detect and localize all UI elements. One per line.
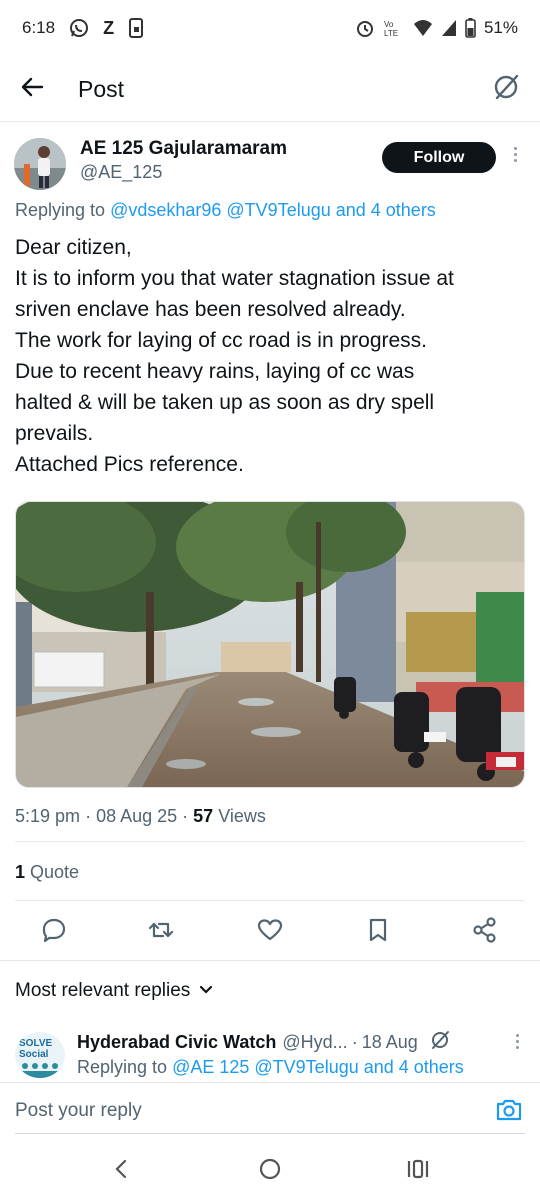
- heart-icon[interactable]: [256, 916, 286, 946]
- quotes-count: 1: [15, 862, 26, 882]
- reply-replying-prefix: Replying to: [77, 1057, 168, 1077]
- post-date: 08 Aug 25: [96, 806, 178, 826]
- reply-avatar-logo-text: SOLVE: [19, 1038, 52, 1049]
- post-text-line: Dear citizen,: [15, 236, 132, 259]
- share-icon[interactable]: [471, 916, 501, 946]
- reply-avatar[interactable]: SOLVE Social: [15, 1032, 65, 1078]
- actions-divider: [0, 960, 540, 961]
- top-bar: Post: [0, 60, 540, 118]
- post-text-line: prevails.: [15, 422, 94, 445]
- z-app-icon: Z: [103, 17, 115, 38]
- status-time: 6:18: [22, 18, 56, 37]
- reply-replying-to: Replying to @AE 125 @TV9Telugu and 4 oth…: [77, 1057, 464, 1078]
- post-text-line: It is to inform you that water stagnatio…: [15, 267, 454, 290]
- post-text: Dear citizen, It is to inform you that w…: [15, 232, 530, 480]
- status-bar: 6:18 Z Vo LTE 51%: [0, 0, 540, 56]
- signal-icon: [441, 19, 457, 37]
- nav-home-icon[interactable]: [258, 1158, 282, 1185]
- replies-sort-dropdown[interactable]: Most relevant replies: [15, 980, 214, 1002]
- meta-divider: [15, 841, 525, 842]
- battery-percent: 51%: [483, 18, 518, 37]
- wifi-icon: [413, 19, 433, 37]
- post-text-line: halted & will be taken up as soon as dry…: [15, 391, 435, 414]
- reply-author-name[interactable]: Hyderabad Civic Watch: [77, 1032, 276, 1053]
- svg-text:Social: Social: [19, 1049, 49, 1060]
- composer-underline: [15, 1133, 525, 1134]
- grok-icon[interactable]: [430, 1030, 450, 1055]
- avatar[interactable]: [14, 138, 66, 190]
- replying-to-users[interactable]: @vdsekhar96 @TV9Telugu and 4 others: [110, 200, 436, 220]
- header-divider: [0, 121, 540, 122]
- action-bar: [0, 910, 540, 954]
- svg-text:LTE: LTE: [384, 29, 398, 38]
- sort-label: Most relevant replies: [15, 980, 191, 1001]
- reply-composer: Post your reply: [0, 1082, 540, 1138]
- reply-replying-users[interactable]: @AE 125 @TV9Telugu and 4 others: [172, 1057, 464, 1077]
- reply-input[interactable]: Post your reply: [15, 1100, 142, 1122]
- replying-prefix: Replying to: [15, 200, 106, 220]
- quotes-link[interactable]: 1 Quote: [15, 862, 79, 883]
- follow-button[interactable]: Follow: [382, 142, 496, 173]
- alarm-icon: [355, 18, 375, 38]
- replying-to: Replying to @vdsekhar96 @TV9Telugu and 4…: [15, 200, 530, 221]
- post-text-line: sriven enclave has been resolved already…: [15, 298, 406, 321]
- nav-recents-icon[interactable]: [406, 1158, 430, 1185]
- more-options-icon[interactable]: [509, 147, 521, 169]
- views-count: 57: [193, 806, 214, 826]
- reply-date: 18 Aug: [361, 1032, 418, 1052]
- reply-more-icon[interactable]: [512, 1034, 522, 1052]
- author-handle[interactable]: @AE_125: [80, 162, 162, 183]
- post-time: 5:19 pm: [15, 806, 81, 826]
- page-title: Post: [78, 75, 125, 102]
- reply-item[interactable]: SOLVE Social Hyderabad Civic Watch @Hyd.…: [15, 1024, 530, 1080]
- battery-icon: [465, 18, 476, 38]
- repost-icon[interactable]: [147, 916, 177, 946]
- quotes-label: Quote: [30, 862, 80, 882]
- views-label: Views: [218, 806, 266, 826]
- volte-icon: Vo LTE: [383, 18, 405, 38]
- post-image[interactable]: [15, 501, 525, 788]
- svg-text:Vo: Vo: [384, 20, 394, 29]
- phone-app-icon: [128, 18, 144, 38]
- arrow-left-icon[interactable]: [20, 74, 46, 105]
- author-name[interactable]: AE 125 Gajularamaram: [80, 138, 287, 160]
- reply-header: Hyderabad Civic Watch @Hyd... · 18 Aug: [77, 1030, 450, 1055]
- post-text-line: Attached Pics reference.: [15, 453, 244, 476]
- reply-author-handle[interactable]: @Hyd...: [282, 1032, 347, 1053]
- post-author: AE 125 Gajularamaram @AE_125 Follow: [14, 135, 526, 191]
- grok-icon[interactable]: [492, 73, 520, 106]
- nav-back-icon[interactable]: [112, 1158, 130, 1185]
- bookmark-icon[interactable]: [364, 916, 394, 946]
- whatsapp-icon: [69, 18, 89, 38]
- post-text-line: Due to recent heavy rains, laying of cc …: [15, 360, 415, 383]
- post-meta: 5:19 pm · 08 Aug 25 · 57 Views: [15, 806, 266, 826]
- system-nav-bar: [0, 1140, 540, 1200]
- post-text-line: The work for laying of cc road is in pro…: [15, 329, 428, 352]
- quotes-divider: [15, 900, 525, 901]
- camera-icon[interactable]: [495, 1097, 523, 1128]
- reply-icon[interactable]: [40, 916, 70, 946]
- chevron-down-icon: [198, 980, 214, 1002]
